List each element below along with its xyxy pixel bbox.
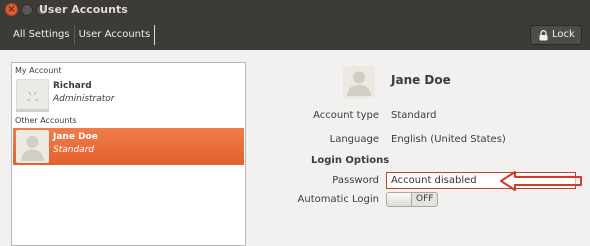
switch-state-label: OFF bbox=[416, 194, 434, 204]
account-type-value[interactable]: Standard bbox=[391, 110, 437, 121]
other-accounts-heading: Other Accounts bbox=[15, 116, 77, 125]
account-row-richard[interactable]: Richard Administrator bbox=[13, 77, 244, 114]
user-picture[interactable] bbox=[343, 66, 375, 98]
minimize-window-button[interactable] bbox=[21, 4, 33, 16]
language-value[interactable]: English (United States) bbox=[391, 134, 506, 145]
close-window-button[interactable]: × bbox=[5, 3, 18, 16]
switch-knob[interactable] bbox=[387, 193, 412, 206]
automatic-login-switch[interactable]: OFF bbox=[386, 192, 438, 207]
window-titlebar: × User Accounts bbox=[0, 0, 590, 20]
annotation-arrow bbox=[500, 171, 582, 191]
accounts-list: My Account Richard Administrator Other A… bbox=[11, 62, 246, 246]
avatar-richard bbox=[16, 79, 49, 112]
breadcrumb: All Settings User Accounts bbox=[9, 25, 156, 45]
user-full-name[interactable]: Jane Doe bbox=[391, 73, 451, 87]
toolbar: All Settings User Accounts Lock bbox=[0, 20, 590, 50]
password-label: Password bbox=[332, 175, 379, 186]
account-name: Jane Doe bbox=[53, 132, 98, 142]
my-account-heading: My Account bbox=[15, 66, 62, 75]
breadcrumb-all-settings[interactable]: All Settings bbox=[9, 25, 74, 45]
login-options-heading: Login Options bbox=[311, 155, 390, 166]
automatic-login-label: Automatic Login bbox=[297, 194, 379, 205]
breadcrumb-user-accounts[interactable]: User Accounts bbox=[73, 25, 156, 45]
account-row-jane-doe[interactable]: Jane Doe Standard bbox=[13, 128, 244, 165]
lock-button[interactable]: Lock bbox=[530, 25, 582, 45]
lock-button-label: Lock bbox=[552, 29, 575, 40]
language-label: Language bbox=[329, 134, 379, 145]
account-role: Administrator bbox=[53, 94, 115, 104]
account-type-label: Account type bbox=[313, 110, 379, 121]
lock-icon bbox=[539, 30, 548, 41]
window-title: User Accounts bbox=[39, 3, 128, 16]
account-role: Standard bbox=[53, 145, 95, 155]
avatar-jane-doe bbox=[16, 130, 49, 163]
account-name: Richard bbox=[53, 81, 92, 91]
